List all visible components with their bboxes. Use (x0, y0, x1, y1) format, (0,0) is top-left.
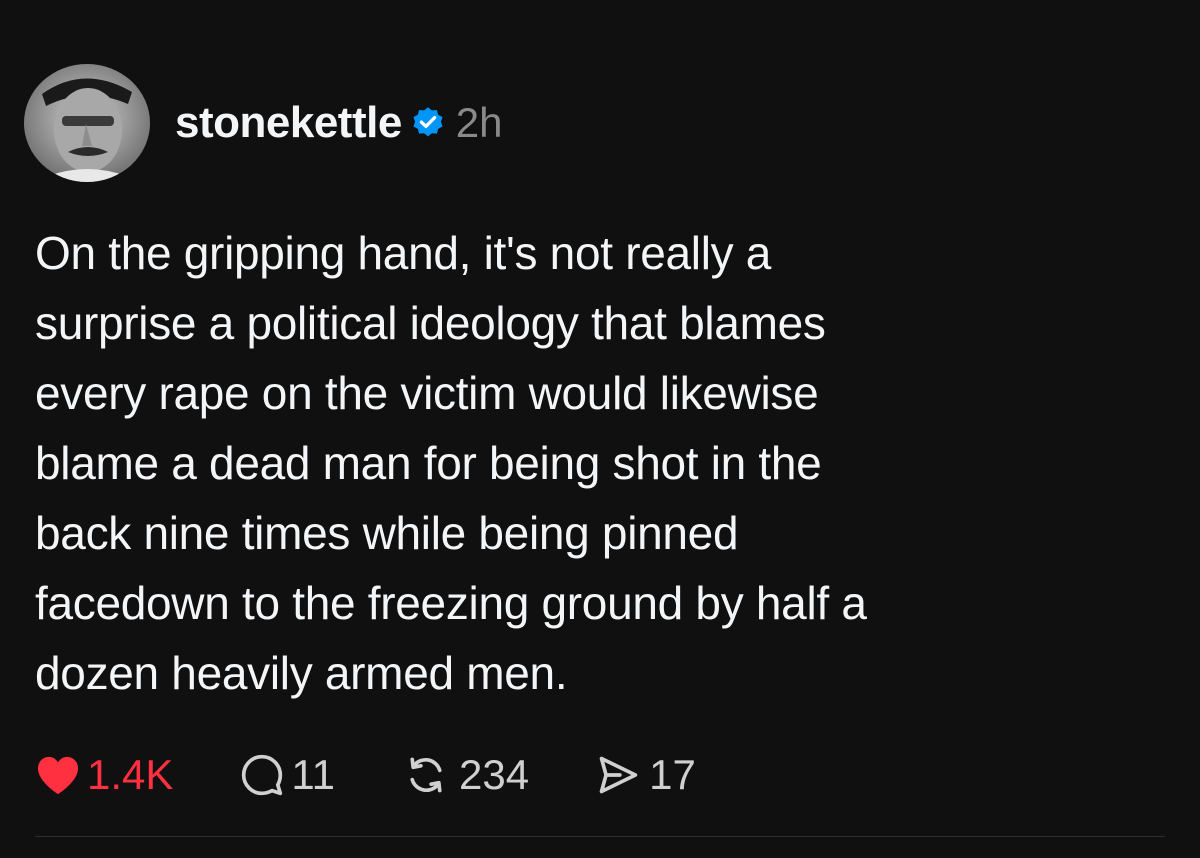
post-header: stonekettle 2h (175, 98, 503, 148)
avatar[interactable] (24, 64, 150, 182)
share-count: 17 (649, 751, 696, 798)
divider (35, 836, 1165, 837)
post-card: stonekettle 2h On the gripping hand, it'… (0, 0, 1200, 858)
username[interactable]: stonekettle (175, 98, 402, 148)
reply-count: 11 (291, 751, 336, 798)
repost-icon (401, 753, 451, 797)
send-icon (595, 753, 641, 797)
heart-icon (35, 754, 81, 796)
repost-button[interactable]: 234 (401, 751, 529, 799)
comment-icon (239, 753, 285, 797)
share-button[interactable]: 17 (595, 751, 696, 799)
like-button[interactable]: 1.4K (35, 751, 173, 799)
avatar-photo (24, 64, 150, 182)
post-actions: 1.4K 11 234 17 (35, 750, 696, 800)
reply-button[interactable]: 11 (239, 751, 335, 799)
verified-badge-icon (410, 105, 446, 141)
post-timestamp: 2h (455, 99, 503, 146)
like-count: 1.4K (87, 751, 174, 798)
post-text: On the gripping hand, it's not really a … (35, 227, 867, 699)
repost-count: 234 (459, 751, 530, 798)
